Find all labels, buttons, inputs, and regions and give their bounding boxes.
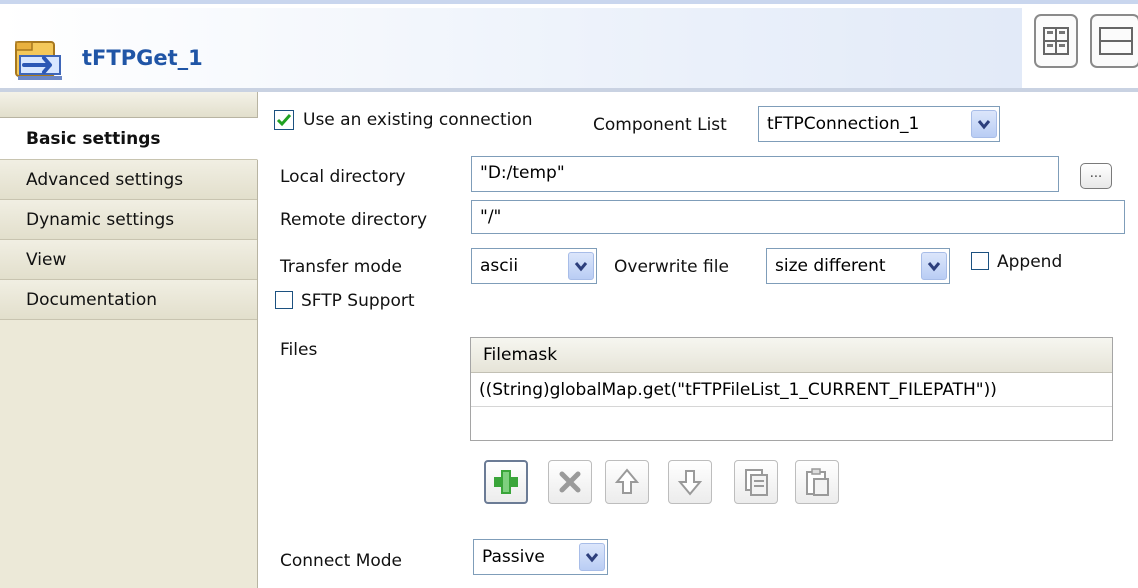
copy-icon xyxy=(745,469,768,496)
connect-mode-value: Passive xyxy=(482,547,545,567)
transfer-mode-select[interactable]: ascii xyxy=(471,248,597,284)
local-directory-input[interactable]: "D:/temp" xyxy=(471,156,1059,192)
checkmark-icon xyxy=(274,110,294,130)
move-up-button[interactable] xyxy=(605,460,649,504)
list-view-button[interactable] xyxy=(1090,14,1138,68)
append-checkbox[interactable] xyxy=(971,252,989,270)
table-row[interactable]: ((String)globalMap.get("tFTPFileList_1_C… xyxy=(471,373,1112,407)
component-title: tFTPGet_1 xyxy=(82,46,203,70)
transfer-mode-label: Transfer mode xyxy=(280,257,402,277)
connect-mode-label: Connect Mode xyxy=(280,551,403,571)
settings-sidebar: Basic settings Advanced settings Dynamic… xyxy=(0,92,258,588)
connect-mode-select[interactable]: Passive xyxy=(473,539,608,575)
sftp-support-label: SFTP Support xyxy=(301,291,415,311)
use-existing-connection-checkbox[interactable] xyxy=(274,110,294,135)
files-label: Files xyxy=(280,340,318,360)
sftp-support-checkbox[interactable] xyxy=(275,291,293,309)
local-directory-label: Local directory xyxy=(280,167,406,187)
component-list-value: tFTPConnection_1 xyxy=(767,114,920,134)
paste-button[interactable] xyxy=(795,460,839,504)
chevron-down-icon xyxy=(579,543,605,571)
remove-row-button[interactable] xyxy=(548,460,592,504)
overwrite-file-label: Overwrite file xyxy=(614,257,729,277)
component-list-label: Component List xyxy=(593,115,727,135)
basic-settings-panel: Use an existing connection Component Lis… xyxy=(259,92,1138,588)
tab-basic-settings[interactable]: Basic settings xyxy=(0,118,258,160)
component-list-select[interactable]: tFTPConnection_1 xyxy=(758,106,1000,142)
move-down-button[interactable] xyxy=(668,460,712,504)
grid-view-button[interactable] xyxy=(1034,14,1078,68)
tab-advanced-settings[interactable]: Advanced settings xyxy=(0,160,257,200)
filemask-column-header[interactable]: Filemask xyxy=(471,338,1112,373)
grid-view-icon xyxy=(1043,27,1069,55)
add-icon xyxy=(494,470,518,494)
paste-icon xyxy=(806,468,829,496)
chevron-down-icon xyxy=(971,110,997,138)
copy-button[interactable] xyxy=(734,460,778,504)
chevron-down-icon xyxy=(568,252,594,280)
add-row-button[interactable] xyxy=(484,460,528,504)
remove-icon xyxy=(559,471,581,493)
chevron-down-icon xyxy=(921,252,947,280)
move-up-icon xyxy=(614,468,640,494)
transfer-mode-value: ascii xyxy=(480,256,519,276)
component-header: tFTPGet_1 xyxy=(0,0,1138,92)
tab-documentation[interactable]: Documentation xyxy=(0,280,257,320)
files-table: Filemask ((String)globalMap.get("tFTPFil… xyxy=(470,337,1113,441)
move-down-icon xyxy=(677,470,703,496)
overwrite-file-select[interactable]: size different xyxy=(766,248,950,284)
append-label: Append xyxy=(997,252,1063,272)
browse-directory-button[interactable]: ... xyxy=(1080,163,1112,189)
tab-view[interactable]: View xyxy=(0,240,257,280)
remote-directory-label: Remote directory xyxy=(280,210,428,230)
ftp-get-component-icon xyxy=(15,41,62,80)
list-view-icon xyxy=(1099,27,1133,55)
use-existing-connection-label: Use an existing connection xyxy=(303,110,533,130)
remote-directory-input[interactable]: "/" xyxy=(471,200,1125,234)
overwrite-file-value: size different xyxy=(775,256,886,276)
tab-dynamic-settings[interactable]: Dynamic settings xyxy=(0,200,257,240)
sidebar-top-strip xyxy=(0,92,257,118)
